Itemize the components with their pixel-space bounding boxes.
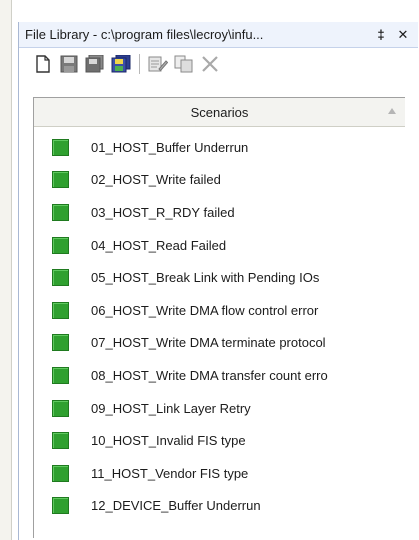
list-item[interactable]: 11_HOST_Vendor FIS type bbox=[34, 457, 405, 490]
copy-icon[interactable] bbox=[174, 54, 194, 74]
left-window-edge bbox=[0, 0, 12, 540]
scenario-status-icon bbox=[52, 497, 69, 515]
column-header-label: Scenarios bbox=[190, 104, 249, 120]
panel-title: File Library - c:\program files\lecroy\i… bbox=[25, 27, 264, 42]
scenario-status-icon bbox=[52, 366, 69, 384]
list-item[interactable]: 03_HOST_R_RDY failed bbox=[34, 196, 405, 229]
file-library-panel: File Library - c:\program files\lecroy\i… bbox=[18, 22, 418, 540]
list-item[interactable]: 02_HOST_Write failed bbox=[34, 164, 405, 197]
list-item[interactable]: 04_HOST_Read Failed bbox=[34, 229, 405, 262]
close-icon[interactable]: ✕ bbox=[394, 26, 412, 44]
list-item[interactable]: 05_HOST_Break Link with Pending IOs bbox=[34, 261, 405, 294]
scenarios-column-header[interactable]: Scenarios bbox=[34, 98, 405, 127]
scenarios-list: Scenarios 01_HOST_Buffer Underrun 02_HOST… bbox=[33, 97, 405, 538]
scenario-label: 05_HOST_Break Link with Pending IOs bbox=[91, 270, 320, 286]
save-icon[interactable] bbox=[59, 54, 79, 74]
scenario-label: 01_HOST_Buffer Underrun bbox=[91, 139, 249, 155]
scenario-label: 02_HOST_Write failed bbox=[91, 172, 221, 188]
scenario-status-icon bbox=[52, 269, 69, 287]
scenario-label: 04_HOST_Read Failed bbox=[91, 237, 227, 253]
list-item[interactable]: 09_HOST_Link Layer Retry bbox=[34, 392, 405, 425]
scenario-status-icon bbox=[52, 203, 69, 221]
delete-icon[interactable] bbox=[200, 54, 220, 74]
list-item[interactable]: 06_HOST_Write DMA flow control error bbox=[34, 294, 405, 327]
list-item[interactable]: 08_HOST_Write DMA transfer count erro bbox=[34, 359, 405, 392]
scenario-status-icon bbox=[52, 399, 69, 417]
panel-titlebar[interactable]: File Library - c:\program files\lecroy\i… bbox=[19, 22, 418, 48]
save-all-icon[interactable] bbox=[85, 54, 105, 74]
scenario-label: 06_HOST_Write DMA flow control error bbox=[91, 302, 319, 318]
list-item[interactable]: 10_HOST_Invalid FIS type bbox=[34, 424, 405, 457]
scenario-status-icon bbox=[52, 432, 69, 450]
scenario-status-icon bbox=[52, 171, 69, 189]
scenario-status-icon bbox=[52, 301, 69, 319]
scenario-label: 12_DEVICE_Buffer Underrun bbox=[91, 498, 261, 514]
scenario-status-icon bbox=[52, 236, 69, 254]
toolbar bbox=[19, 48, 418, 80]
list-item[interactable]: 12_DEVICE_Buffer Underrun bbox=[34, 490, 405, 523]
list-item[interactable]: 01_HOST_Buffer Underrun bbox=[34, 131, 405, 164]
multi-save-icon[interactable] bbox=[111, 54, 131, 74]
scenario-label: 10_HOST_Invalid FIS type bbox=[91, 433, 246, 449]
scenario-status-icon bbox=[52, 334, 69, 352]
scenario-status-icon bbox=[52, 464, 69, 482]
edit-icon[interactable] bbox=[148, 54, 168, 74]
scenario-label: 09_HOST_Link Layer Retry bbox=[91, 400, 251, 416]
scenario-label: 07_HOST_Write DMA terminate protocol bbox=[91, 335, 326, 351]
scenario-label: 03_HOST_R_RDY failed bbox=[91, 204, 235, 220]
list-item[interactable]: 07_HOST_Write DMA terminate protocol bbox=[34, 327, 405, 360]
pin-icon[interactable]: ‡ bbox=[372, 26, 390, 44]
scenario-label: 08_HOST_Write DMA transfer count erro bbox=[91, 367, 328, 383]
scenario-label: 11_HOST_Vendor FIS type bbox=[91, 465, 249, 481]
scenario-status-icon bbox=[52, 138, 69, 156]
toolbar-separator bbox=[139, 54, 140, 74]
sort-ascending-icon bbox=[388, 108, 396, 114]
new-file-icon[interactable] bbox=[33, 54, 53, 74]
